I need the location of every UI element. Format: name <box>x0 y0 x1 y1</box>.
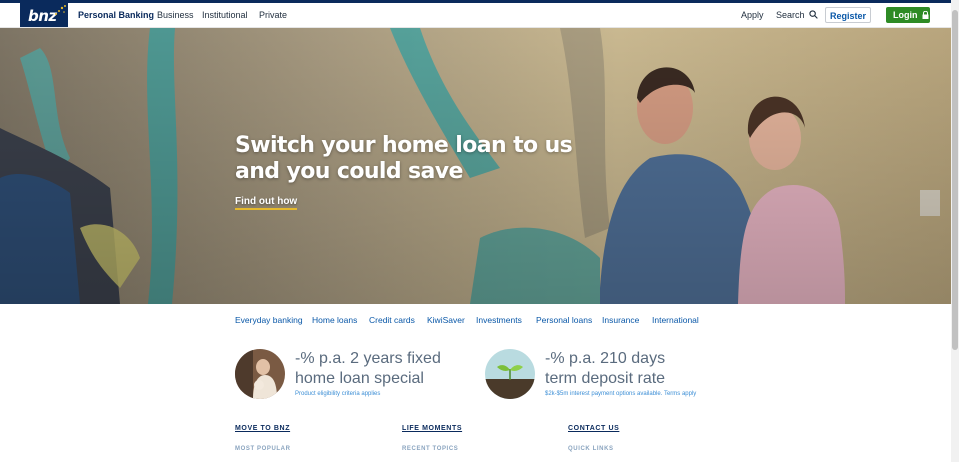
bnz-logo[interactable]: bnz <box>20 3 68 27</box>
nav-business[interactable]: Business <box>157 10 194 20</box>
search-icon <box>809 10 818 19</box>
home-loan-promo-image[interactable] <box>235 349 285 399</box>
stars-icon <box>55 5 66 15</box>
login-label: Login <box>893 10 918 20</box>
hero-headline: Switch your home loan to us and you coul… <box>235 133 575 185</box>
lock-icon <box>922 10 929 19</box>
hero-headline-line2: and you could save <box>235 159 463 184</box>
register-button[interactable]: Register <box>825 7 871 23</box>
home-loan-promo-title-line1: -% p.a. 2 years fixed <box>295 350 441 367</box>
home-loan-promo-terms[interactable]: Product eligibility criteria applies <box>295 391 380 397</box>
term-deposit-promo-title-line1: -% p.a. 210 days <box>545 350 666 367</box>
term-deposit-promo-image[interactable] <box>485 349 535 399</box>
term-deposit-photo <box>485 349 535 399</box>
home-loan-photo <box>235 349 285 399</box>
category-insurance[interactable]: Insurance <box>602 315 639 325</box>
login-button[interactable]: Login <box>886 7 930 23</box>
footer-quick-links: QUICK LINKS <box>568 446 614 452</box>
nav-private[interactable]: Private <box>259 10 287 20</box>
footer-move-to-bnz[interactable]: MOVE TO BNZ <box>235 425 290 432</box>
scrollbar-thumb[interactable] <box>952 10 958 350</box>
term-deposit-promo-title[interactable]: -% p.a. 210 days term deposit rate <box>545 349 665 389</box>
category-credit-cards[interactable]: Credit cards <box>369 315 415 325</box>
category-international[interactable]: International <box>652 315 699 325</box>
home-loan-promo-title[interactable]: -% p.a. 2 years fixed home loan special <box>295 349 441 389</box>
find-out-how-link[interactable]: Find out how <box>235 196 298 210</box>
footer-most-popular: MOST POPULAR <box>235 446 291 452</box>
nav-personal-banking[interactable]: Personal Banking <box>78 10 154 20</box>
category-investments[interactable]: Investments <box>476 315 522 325</box>
category-everyday-banking[interactable]: Everyday banking <box>235 315 303 325</box>
category-personal-loans[interactable]: Personal loans <box>536 315 592 325</box>
page-scrollbar[interactable] <box>951 0 959 462</box>
category-home-loans[interactable]: Home loans <box>312 315 357 325</box>
search-link[interactable]: Search <box>776 10 818 20</box>
term-deposit-promo-title-line2: term deposit rate <box>545 370 666 387</box>
footer-recent-topics: RECENT TOPICS <box>402 446 459 452</box>
footer-contact-us[interactable]: CONTACT US <box>568 425 619 432</box>
home-loan-promo-title-line2: home loan special <box>295 370 424 387</box>
footer-life-moments[interactable]: LIFE MOMENTS <box>402 425 462 432</box>
hero-headline-line1: Switch your home loan to us <box>235 133 573 158</box>
apply-link[interactable]: Apply <box>741 10 764 20</box>
term-deposit-promo-terms[interactable]: $2k-$5m interest payment options availab… <box>545 391 696 397</box>
search-label: Search <box>776 10 805 20</box>
nav-institutional[interactable]: Institutional <box>202 10 248 20</box>
category-kiwisaver[interactable]: KiwiSaver <box>427 315 465 325</box>
site-header: bnz Personal Banking Business Institutio… <box>0 3 951 28</box>
